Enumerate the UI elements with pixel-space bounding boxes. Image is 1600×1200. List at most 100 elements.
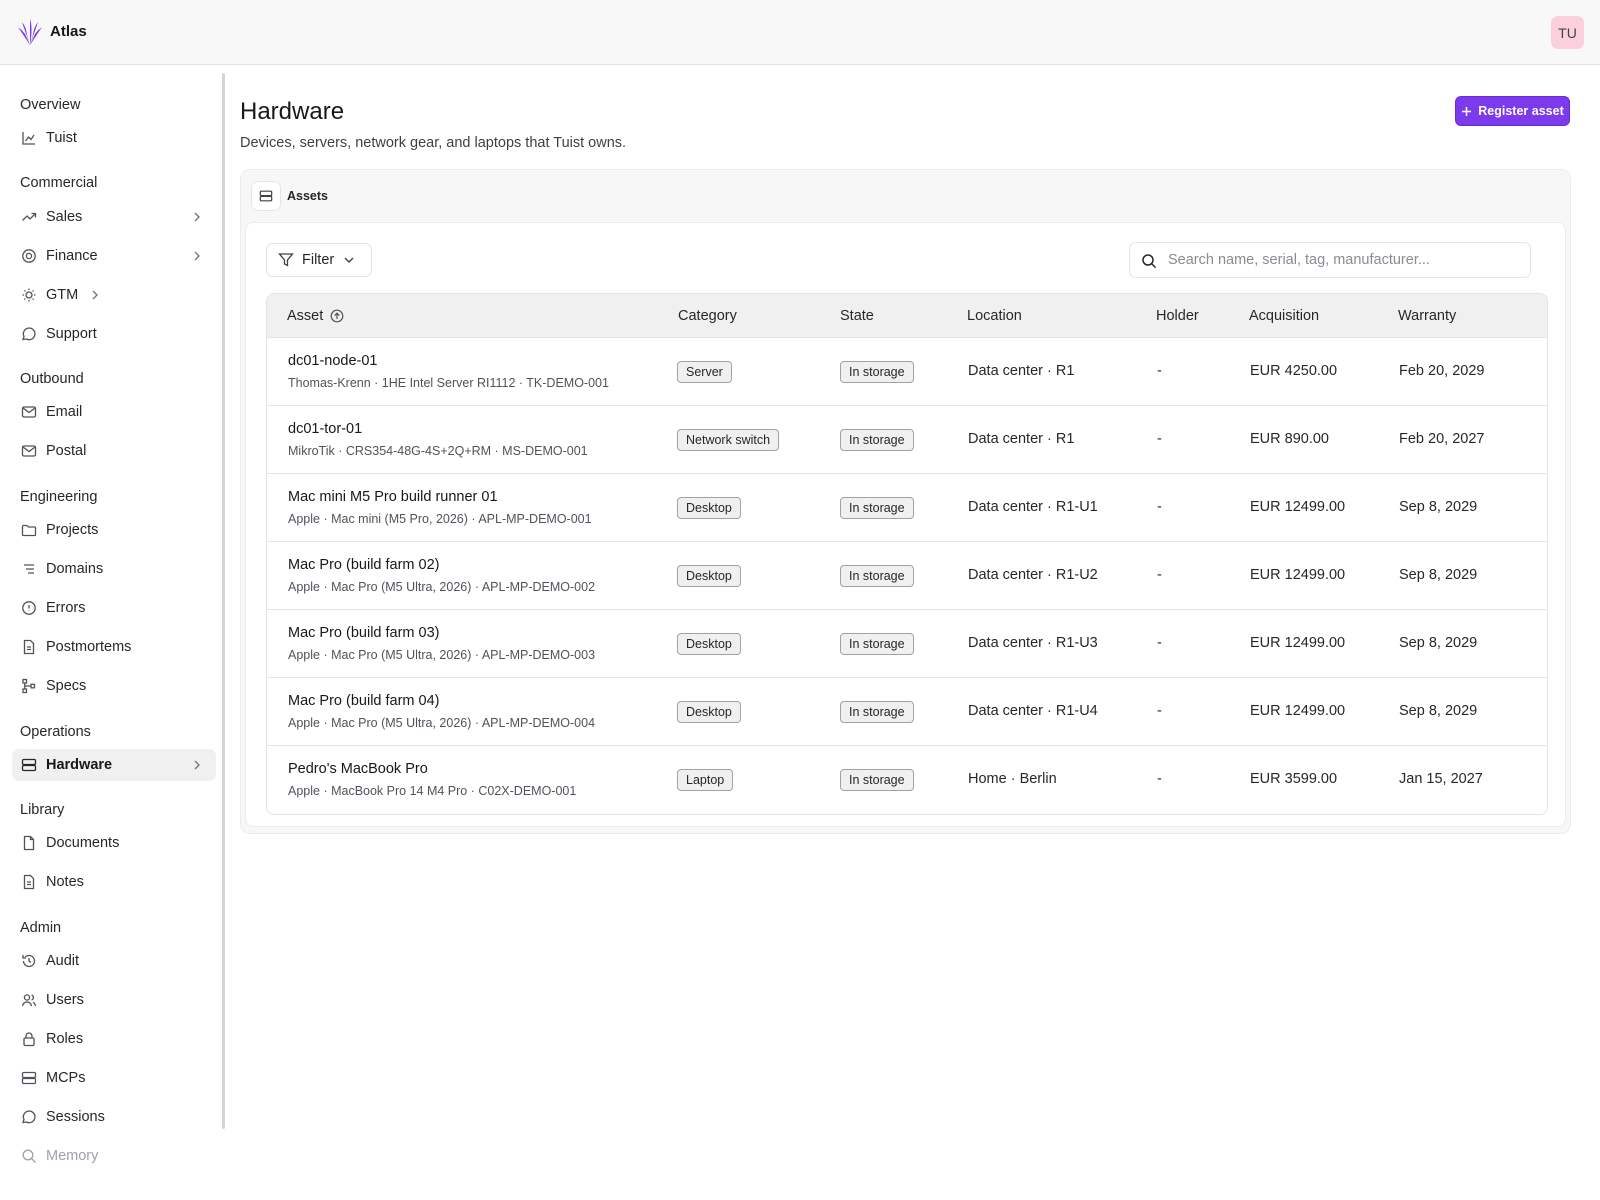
sidebar-item-hardware[interactable]: Hardware xyxy=(12,749,216,781)
warranty-cell: Feb 20, 2027 xyxy=(1399,431,1485,447)
asset-name[interactable]: Mac Pro (build farm 03) xyxy=(288,625,440,641)
file-text-icon xyxy=(21,639,37,655)
sidebar-item-audit[interactable]: Audit xyxy=(12,945,216,977)
filter-icon xyxy=(278,253,294,267)
sidebar-item-memory[interactable]: Memory xyxy=(12,1140,216,1172)
category-badge: Laptop xyxy=(677,769,734,791)
sidebar-item-label: Hardware xyxy=(46,757,113,773)
sidebar-item-specs[interactable]: Specs xyxy=(12,670,216,702)
sidebar-item-label: Email xyxy=(46,404,83,420)
table-row[interactable]: Mac mini M5 Pro build runner 01 Apple · … xyxy=(267,474,1547,542)
column-header-category[interactable]: Category xyxy=(678,308,737,324)
sidebar-item-support[interactable]: Support xyxy=(12,318,216,350)
warranty-cell: Sep 8, 2029 xyxy=(1399,499,1478,515)
column-header-asset[interactable]: Asset xyxy=(287,308,344,324)
asset-name[interactable]: Mac Pro (build farm 04) xyxy=(288,693,440,709)
sidebar-scrollbar[interactable] xyxy=(222,73,225,1129)
column-header-location[interactable]: Location xyxy=(967,308,1022,324)
table-row[interactable]: Pedro's MacBook Pro Apple · MacBook Pro … xyxy=(267,746,1547,814)
sidebar-item-label: Notes xyxy=(46,874,84,890)
category-badge: Desktop xyxy=(677,701,741,723)
sidebar-item-errors[interactable]: Errors xyxy=(12,592,216,624)
asset-detail: Apple · Mac mini (M5 Pro, 2026) · APL-MP… xyxy=(288,512,592,526)
alert-circle-icon xyxy=(21,600,37,616)
state-badge: In storage xyxy=(840,701,914,723)
asset-detail: Thomas-Krenn · 1HE Intel Server RI1112 ·… xyxy=(288,376,609,390)
sidebar-item-label: GTM xyxy=(46,287,79,303)
section-title-admin: Admin xyxy=(20,920,62,936)
sort-ascending-icon[interactable] xyxy=(330,309,344,323)
sidebar-item-label: Specs xyxy=(46,678,87,694)
sidebar-item-postal[interactable]: Postal xyxy=(12,435,216,467)
sidebar-item-notes[interactable]: Notes xyxy=(12,866,216,898)
sidebar-item-email[interactable]: Email xyxy=(12,396,216,428)
server-icon xyxy=(21,757,37,773)
section-title-engineering: Engineering xyxy=(20,489,98,505)
page-subtitle: Devices, servers, network gear, and lapt… xyxy=(240,135,627,151)
sidebar-item-label: Projects xyxy=(46,522,99,538)
chevron-down-icon xyxy=(344,257,354,263)
chat-icon xyxy=(21,1109,37,1125)
sidebar-item-postmortems[interactable]: Postmortems xyxy=(12,631,216,663)
chevron-right-icon xyxy=(92,290,98,300)
sidebar-item-roles[interactable]: Roles xyxy=(12,1023,216,1055)
asset-name[interactable]: Mac Pro (build farm 02) xyxy=(288,557,440,573)
sidebar-item-sessions[interactable]: Sessions xyxy=(12,1101,216,1133)
acquisition-cell: EUR 12499.00 xyxy=(1250,499,1346,515)
table-row[interactable]: Mac Pro (build farm 03) Apple · Mac Pro … xyxy=(267,610,1547,678)
section-title-outbound: Outbound xyxy=(20,371,84,387)
filter-button[interactable]: Filter xyxy=(266,243,372,277)
table-row[interactable]: Mac Pro (build farm 02) Apple · Mac Pro … xyxy=(267,542,1547,610)
sidebar-item-projects[interactable]: Projects xyxy=(12,514,216,546)
state-badge: In storage xyxy=(840,361,914,383)
table-row[interactable]: Mac Pro (build farm 04) Apple · Mac Pro … xyxy=(267,678,1547,746)
user-avatar[interactable]: TU xyxy=(1551,16,1584,49)
table-row[interactable]: dc01-node-01 Thomas-Krenn · 1HE Intel Se… xyxy=(267,338,1547,406)
acquisition-cell: EUR 890.00 xyxy=(1250,431,1329,447)
asset-name[interactable]: Mac mini M5 Pro build runner 01 xyxy=(288,489,498,505)
state-badge: In storage xyxy=(840,769,914,791)
register-asset-button[interactable]: Register asset xyxy=(1455,96,1570,126)
sidebar-item-documents[interactable]: Documents xyxy=(12,827,216,859)
sidebar-item-label: MCPs xyxy=(46,1070,86,1086)
column-header-holder[interactable]: Holder xyxy=(1156,308,1199,324)
sidebar-item-finance[interactable]: Finance xyxy=(12,240,216,272)
asset-detail: Apple · Mac Pro (M5 Ultra, 2026) · APL-M… xyxy=(288,716,596,730)
sidebar-item-label: Roles xyxy=(46,1031,84,1047)
app-title: Atlas xyxy=(50,23,87,40)
column-header-warranty[interactable]: Warranty xyxy=(1398,308,1456,324)
search-input[interactable] xyxy=(1168,249,1523,271)
asset-name[interactable]: dc01-node-01 xyxy=(288,353,378,369)
history-icon xyxy=(21,953,37,969)
sidebar-item-gtm[interactable]: GTM xyxy=(12,279,216,311)
column-header-acquisition[interactable]: Acquisition xyxy=(1249,308,1319,324)
category-badge: Desktop xyxy=(677,633,741,655)
panel-label: Assets xyxy=(287,189,328,203)
sidebar: Overview Tuist Commercial Sales Finance … xyxy=(0,65,226,1200)
asset-name[interactable]: dc01-tor-01 xyxy=(288,421,362,437)
sidebar-item-mcps[interactable]: MCPs xyxy=(12,1062,216,1094)
category-badge: Desktop xyxy=(677,497,741,519)
search-box[interactable] xyxy=(1129,242,1531,278)
warranty-cell: Feb 20, 2029 xyxy=(1399,363,1485,379)
server-icon xyxy=(21,1070,37,1086)
table-row[interactable]: dc01-tor-01 MikroTik · CRS354-48G-4S+2Q+… xyxy=(267,406,1547,474)
asset-name[interactable]: Pedro's MacBook Pro xyxy=(288,761,428,777)
sidebar-item-tuist[interactable]: Tuist xyxy=(12,122,216,154)
mail-icon xyxy=(21,404,37,420)
chevron-right-icon xyxy=(194,251,200,261)
sidebar-item-sales[interactable]: Sales xyxy=(12,201,216,233)
acquisition-cell: EUR 12499.00 xyxy=(1250,703,1346,719)
sidebar-item-label: Postal xyxy=(46,443,87,459)
sidebar-item-label: Errors xyxy=(46,600,86,616)
page-title: Hardware xyxy=(240,98,345,125)
holder-cell: - xyxy=(1157,771,1162,787)
location-cell: Data center · R1 xyxy=(968,431,1075,447)
holder-cell: - xyxy=(1157,635,1162,651)
column-header-state[interactable]: State xyxy=(840,308,874,324)
warranty-cell: Sep 8, 2029 xyxy=(1399,567,1478,583)
acquisition-cell: EUR 3599.00 xyxy=(1250,771,1338,787)
sidebar-item-label: Tuist xyxy=(46,130,77,146)
sidebar-item-users[interactable]: Users xyxy=(12,984,216,1016)
sidebar-item-domains[interactable]: Domains xyxy=(12,553,216,585)
